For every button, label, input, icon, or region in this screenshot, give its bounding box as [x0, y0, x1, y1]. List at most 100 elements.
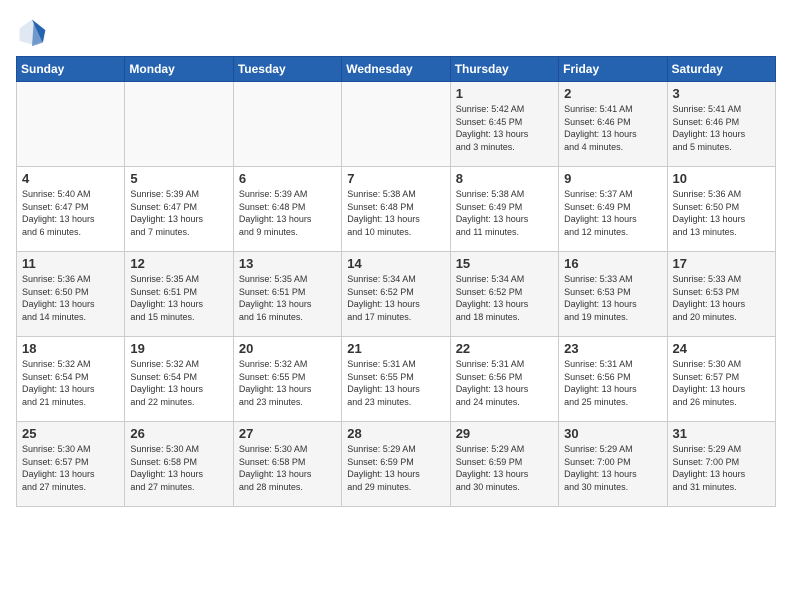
- week-row-5: 25 Sunrise: 5:30 AM Sunset: 6:57 PM Dayli…: [17, 422, 776, 507]
- day-info: Sunrise: 5:33 AM Sunset: 6:53 PM Dayligh…: [673, 273, 770, 323]
- day-info: Sunrise: 5:42 AM Sunset: 6:45 PM Dayligh…: [456, 103, 553, 153]
- calendar-cell: 26 Sunrise: 5:30 AM Sunset: 6:58 PM Dayli…: [125, 422, 233, 507]
- calendar-cell: 25 Sunrise: 5:30 AM Sunset: 6:57 PM Dayli…: [17, 422, 125, 507]
- day-number: 18: [22, 341, 119, 356]
- day-number: 24: [673, 341, 770, 356]
- calendar-cell: [342, 82, 450, 167]
- week-row-2: 4 Sunrise: 5:40 AM Sunset: 6:47 PM Daylig…: [17, 167, 776, 252]
- day-number: 9: [564, 171, 661, 186]
- day-number: 7: [347, 171, 444, 186]
- day-header-tuesday: Tuesday: [233, 57, 341, 82]
- day-number: 16: [564, 256, 661, 271]
- day-number: 1: [456, 86, 553, 101]
- day-info: Sunrise: 5:31 AM Sunset: 6:55 PM Dayligh…: [347, 358, 444, 408]
- day-info: Sunrise: 5:39 AM Sunset: 6:47 PM Dayligh…: [130, 188, 227, 238]
- day-number: 29: [456, 426, 553, 441]
- day-number: 27: [239, 426, 336, 441]
- day-info: Sunrise: 5:30 AM Sunset: 6:57 PM Dayligh…: [22, 443, 119, 493]
- calendar-cell: 16 Sunrise: 5:33 AM Sunset: 6:53 PM Dayli…: [559, 252, 667, 337]
- day-header-monday: Monday: [125, 57, 233, 82]
- day-info: Sunrise: 5:36 AM Sunset: 6:50 PM Dayligh…: [22, 273, 119, 323]
- day-info: Sunrise: 5:33 AM Sunset: 6:53 PM Dayligh…: [564, 273, 661, 323]
- day-info: Sunrise: 5:34 AM Sunset: 6:52 PM Dayligh…: [456, 273, 553, 323]
- calendar-cell: 30Sunrise: 5:29 AM Sunset: 7:00 PM Dayli…: [559, 422, 667, 507]
- day-info: Sunrise: 5:41 AM Sunset: 6:46 PM Dayligh…: [673, 103, 770, 153]
- day-info: Sunrise: 5:39 AM Sunset: 6:48 PM Dayligh…: [239, 188, 336, 238]
- day-number: 21: [347, 341, 444, 356]
- calendar-cell: 7 Sunrise: 5:38 AM Sunset: 6:48 PM Daylig…: [342, 167, 450, 252]
- day-number: 26: [130, 426, 227, 441]
- day-number: 28: [347, 426, 444, 441]
- logo-icon: [16, 16, 48, 48]
- day-number: 20: [239, 341, 336, 356]
- day-header-saturday: Saturday: [667, 57, 775, 82]
- calendar-cell: [125, 82, 233, 167]
- day-number: 25: [22, 426, 119, 441]
- week-row-3: 11Sunrise: 5:36 AM Sunset: 6:50 PM Dayli…: [17, 252, 776, 337]
- day-info: Sunrise: 5:37 AM Sunset: 6:49 PM Dayligh…: [564, 188, 661, 238]
- calendar-cell: 4 Sunrise: 5:40 AM Sunset: 6:47 PM Daylig…: [17, 167, 125, 252]
- calendar-cell: 18 Sunrise: 5:32 AM Sunset: 6:54 PM Dayli…: [17, 337, 125, 422]
- calendar-cell: 31Sunrise: 5:29 AM Sunset: 7:00 PM Dayli…: [667, 422, 775, 507]
- calendar-cell: 27 Sunrise: 5:30 AM Sunset: 6:58 PM Dayli…: [233, 422, 341, 507]
- day-info: Sunrise: 5:32 AM Sunset: 6:55 PM Dayligh…: [239, 358, 336, 408]
- day-info: Sunrise: 5:29 AM Sunset: 6:59 PM Dayligh…: [347, 443, 444, 493]
- calendar-cell: 9 Sunrise: 5:37 AM Sunset: 6:49 PM Daylig…: [559, 167, 667, 252]
- day-info: Sunrise: 5:41 AM Sunset: 6:46 PM Dayligh…: [564, 103, 661, 153]
- day-info: Sunrise: 5:38 AM Sunset: 6:48 PM Dayligh…: [347, 188, 444, 238]
- day-number: 3: [673, 86, 770, 101]
- calendar-cell: 20 Sunrise: 5:32 AM Sunset: 6:55 PM Dayli…: [233, 337, 341, 422]
- calendar-cell: 10Sunrise: 5:36 AM Sunset: 6:50 PM Dayli…: [667, 167, 775, 252]
- day-number: 6: [239, 171, 336, 186]
- week-row-1: 1 Sunrise: 5:42 AM Sunset: 6:45 PM Daylig…: [17, 82, 776, 167]
- day-info: Sunrise: 5:31 AM Sunset: 6:56 PM Dayligh…: [564, 358, 661, 408]
- day-info: Sunrise: 5:35 AM Sunset: 6:51 PM Dayligh…: [239, 273, 336, 323]
- calendar-cell: 8 Sunrise: 5:38 AM Sunset: 6:49 PM Daylig…: [450, 167, 558, 252]
- day-info: Sunrise: 5:40 AM Sunset: 6:47 PM Dayligh…: [22, 188, 119, 238]
- day-number: 13: [239, 256, 336, 271]
- calendar-cell: 24 Sunrise: 5:30 AM Sunset: 6:57 PM Dayli…: [667, 337, 775, 422]
- day-info: Sunrise: 5:30 AM Sunset: 6:58 PM Dayligh…: [239, 443, 336, 493]
- calendar-header: SundayMondayTuesdayWednesdayThursdayFrid…: [17, 57, 776, 82]
- day-header-friday: Friday: [559, 57, 667, 82]
- calendar-cell: 1 Sunrise: 5:42 AM Sunset: 6:45 PM Daylig…: [450, 82, 558, 167]
- day-number: 2: [564, 86, 661, 101]
- calendar-cell: 29 Sunrise: 5:29 AM Sunset: 6:59 PM Dayli…: [450, 422, 558, 507]
- calendar-cell: 28 Sunrise: 5:29 AM Sunset: 6:59 PM Dayli…: [342, 422, 450, 507]
- day-info: Sunrise: 5:35 AM Sunset: 6:51 PM Dayligh…: [130, 273, 227, 323]
- calendar-cell: [233, 82, 341, 167]
- day-number: 15: [456, 256, 553, 271]
- day-number: 22: [456, 341, 553, 356]
- day-number: 23: [564, 341, 661, 356]
- day-number: 12: [130, 256, 227, 271]
- day-info: Sunrise: 5:32 AM Sunset: 6:54 PM Dayligh…: [22, 358, 119, 408]
- day-info: Sunrise: 5:32 AM Sunset: 6:54 PM Dayligh…: [130, 358, 227, 408]
- day-info: Sunrise: 5:30 AM Sunset: 6:57 PM Dayligh…: [673, 358, 770, 408]
- calendar-cell: 21 Sunrise: 5:31 AM Sunset: 6:55 PM Dayli…: [342, 337, 450, 422]
- day-number: 4: [22, 171, 119, 186]
- logo: [16, 16, 52, 48]
- calendar-cell: 15 Sunrise: 5:34 AM Sunset: 6:52 PM Dayli…: [450, 252, 558, 337]
- day-info: Sunrise: 5:38 AM Sunset: 6:49 PM Dayligh…: [456, 188, 553, 238]
- day-number: 5: [130, 171, 227, 186]
- calendar-cell: 6 Sunrise: 5:39 AM Sunset: 6:48 PM Daylig…: [233, 167, 341, 252]
- day-header-wednesday: Wednesday: [342, 57, 450, 82]
- calendar-body: 1 Sunrise: 5:42 AM Sunset: 6:45 PM Daylig…: [17, 82, 776, 507]
- day-number: 30: [564, 426, 661, 441]
- day-header-sunday: Sunday: [17, 57, 125, 82]
- day-info: Sunrise: 5:29 AM Sunset: 6:59 PM Dayligh…: [456, 443, 553, 493]
- calendar-cell: 3 Sunrise: 5:41 AM Sunset: 6:46 PM Daylig…: [667, 82, 775, 167]
- day-header-thursday: Thursday: [450, 57, 558, 82]
- day-number: 8: [456, 171, 553, 186]
- calendar-cell: 14Sunrise: 5:34 AM Sunset: 6:52 PM Dayli…: [342, 252, 450, 337]
- calendar-cell: 19 Sunrise: 5:32 AM Sunset: 6:54 PM Dayli…: [125, 337, 233, 422]
- calendar-cell: 22 Sunrise: 5:31 AM Sunset: 6:56 PM Dayli…: [450, 337, 558, 422]
- calendar-cell: [17, 82, 125, 167]
- day-number: 14: [347, 256, 444, 271]
- calendar-cell: 12 Sunrise: 5:35 AM Sunset: 6:51 PM Dayli…: [125, 252, 233, 337]
- day-info: Sunrise: 5:31 AM Sunset: 6:56 PM Dayligh…: [456, 358, 553, 408]
- header: [16, 16, 776, 48]
- day-number: 19: [130, 341, 227, 356]
- calendar-cell: 11Sunrise: 5:36 AM Sunset: 6:50 PM Dayli…: [17, 252, 125, 337]
- day-info: Sunrise: 5:30 AM Sunset: 6:58 PM Dayligh…: [130, 443, 227, 493]
